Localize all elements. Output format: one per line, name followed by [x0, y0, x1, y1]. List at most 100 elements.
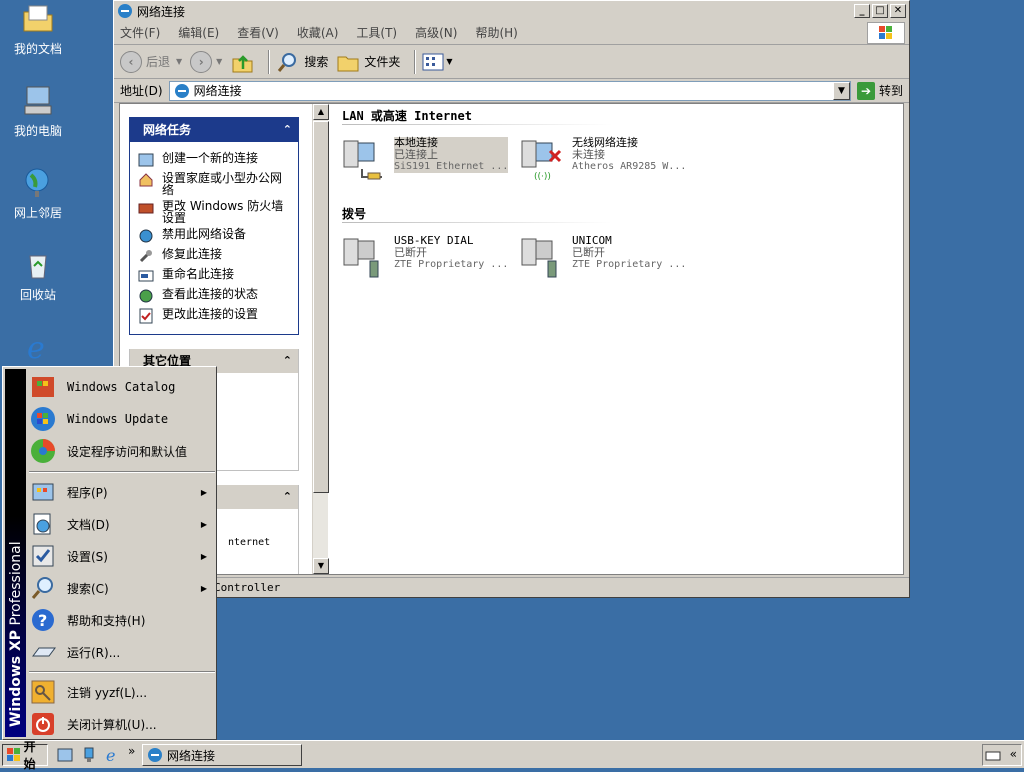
collapse-icon[interactable]: ⌃: [283, 118, 292, 142]
task-label: 网络连接: [167, 748, 216, 763]
task-item[interactable]: 设置家庭或小型办公网络: [130, 170, 298, 198]
menu-item-run[interactable]: 运行(R)...: [29, 636, 213, 668]
new-connection-icon: [138, 152, 154, 168]
menu-item-program-access-defaults[interactable]: 设定程序访问和默认值: [29, 435, 213, 467]
go-arrow-icon: ➔: [856, 81, 875, 100]
connection-item-unicom[interactable]: UNICOM 已断开 ZTE Proprietary ...: [520, 235, 700, 281]
computer-icon: [21, 84, 55, 118]
scroll-up-button[interactable]: ▲: [313, 104, 329, 120]
collapse-icon[interactable]: ⌃: [283, 485, 292, 509]
task-pane-scrollbar[interactable]: ▲ ▼: [312, 104, 329, 574]
submenu-arrow-icon: ▶: [200, 519, 207, 529]
task-label: 查看此连接的状态: [162, 287, 259, 301]
svg-text:?: ?: [38, 611, 47, 630]
menu-item-help-support[interactable]: ? 帮助和支持(H): [29, 604, 213, 636]
task-item[interactable]: 更改 Windows 防火墙设置: [130, 198, 298, 226]
menu-file[interactable]: 文件(F): [120, 24, 160, 41]
folders-button[interactable]: 文件夹: [336, 50, 400, 74]
maximize-button[interactable]: □: [872, 4, 888, 18]
window-title: 网络连接: [137, 4, 186, 19]
scroll-down-button[interactable]: ▼: [313, 558, 329, 574]
task-label: 创建一个新的连接: [162, 151, 259, 165]
menu-item-label: 帮助和支持(H): [67, 613, 146, 628]
go-button[interactable]: ➔ 转到: [856, 81, 903, 100]
menu-tools[interactable]: 工具(T): [356, 24, 397, 41]
submenu-arrow-icon: ▶: [200, 551, 207, 561]
menu-item-settings[interactable]: 设置(S) ▶: [29, 540, 213, 572]
search-button[interactable]: 搜索: [276, 50, 328, 74]
desktop-icon-recycle-bin[interactable]: 回收站: [0, 248, 76, 303]
desktop-icon-network-places[interactable]: 网上邻居: [0, 166, 76, 221]
task-item[interactable]: 重命名此连接: [130, 266, 298, 286]
internet-explorer-icon: e: [21, 330, 55, 366]
firewall-icon: [138, 200, 154, 216]
log-off-key-icon: [29, 678, 57, 706]
tray-expand-button[interactable]: «: [1010, 747, 1017, 761]
recycle-bin-icon: [21, 248, 55, 282]
desktop-icon-my-documents[interactable]: 我的文档: [0, 2, 76, 57]
address-input[interactable]: 网络连接 ▼: [168, 80, 851, 101]
power-icon: [29, 710, 57, 738]
task-item[interactable]: 禁用此网络设备: [130, 226, 298, 246]
up-folder-icon: [232, 54, 253, 72]
menu-item-label: 程序(P): [67, 485, 108, 500]
minimize-button[interactable]: _: [854, 4, 870, 18]
chevron-down-icon[interactable]: ▼: [216, 57, 222, 66]
title-bar[interactable]: 网络连接 _ □ ✕: [114, 1, 909, 21]
menu-item-shut-down[interactable]: 关闭计算机(U)...: [29, 708, 213, 740]
collapse-icon[interactable]: ⌃: [283, 349, 292, 373]
folders-label: 文件夹: [364, 55, 401, 69]
network-tasks-panel: 网络任务 ⌃ 创建一个新的连接 设置家庭或小型办公网络 更改 Windows 防…: [129, 117, 299, 335]
back-label: 后退: [146, 55, 171, 69]
network-quicklaunch-icon[interactable]: [80, 746, 98, 764]
status-icon: [138, 288, 154, 304]
connection-item-wireless[interactable]: ((·)) 无线网络连接 未连接 Atheros AR9285 W...: [520, 137, 700, 183]
scroll-thumb[interactable]: [313, 121, 329, 493]
menu-separator: [29, 671, 215, 673]
panel-header[interactable]: 网络任务 ⌃: [130, 118, 298, 142]
menu-help[interactable]: 帮助(H): [475, 24, 517, 41]
menu-favorites[interactable]: 收藏(A): [297, 24, 339, 41]
desktop-icon-internet-explorer[interactable]: e: [0, 330, 76, 368]
internet-explorer-icon[interactable]: e: [104, 746, 122, 765]
connection-item-usb-key-dial[interactable]: USB-KEY DIAL 已断开 ZTE Proprietary ...: [342, 235, 522, 281]
task-item[interactable]: 查看此连接的状态: [130, 286, 298, 306]
up-folder-button[interactable]: [230, 50, 254, 74]
chevron-down-icon[interactable]: ▼: [176, 57, 182, 66]
menu-item-log-off[interactable]: 注销 yyzf(L)...: [29, 676, 213, 708]
menu-advanced[interactable]: 高级(N): [415, 24, 457, 41]
desktop-icon-my-computer[interactable]: 我的电脑: [0, 84, 76, 139]
menu-item-label: 搜索(C): [67, 581, 109, 596]
menu-item-windows-catalog[interactable]: Windows Catalog: [29, 371, 213, 403]
menu-item-windows-update[interactable]: Windows Update: [29, 403, 213, 435]
keyboard-icon[interactable]: [985, 747, 1001, 763]
task-item[interactable]: 更改此连接的设置: [130, 306, 298, 326]
taskbar-task-network-connections[interactable]: 网络连接: [142, 744, 302, 766]
menu-item-label: Windows Catalog: [67, 380, 176, 394]
address-label: 地址(D): [120, 84, 163, 98]
close-button[interactable]: ✕: [890, 4, 906, 18]
settings-icon: [29, 542, 57, 570]
connection-status: 已断开: [572, 246, 605, 259]
task-item[interactable]: 创建一个新的连接: [130, 150, 298, 170]
wireless-disconnected-icon: ((·)): [520, 137, 566, 183]
menu-edit[interactable]: 编辑(E): [178, 24, 219, 41]
connection-item-local[interactable]: 本地连接 已连接上 SiS191 Ethernet ...: [342, 137, 522, 183]
start-button[interactable]: 开始: [2, 740, 48, 771]
show-desktop-icon[interactable]: [56, 746, 74, 764]
group-title: 拨号: [342, 207, 367, 221]
menu-view[interactable]: 查看(V): [237, 24, 279, 41]
panel-title: 网络任务: [143, 123, 192, 137]
views-button[interactable]: ▼: [422, 52, 453, 72]
content-area: 网络任务 ⌃ 创建一个新的连接 设置家庭或小型办公网络 更改 Windows 防…: [119, 103, 904, 575]
program-access-icon: [29, 437, 57, 465]
menu-item-search[interactable]: 搜索(C) ▶: [29, 572, 213, 604]
network-connections-window: 网络连接 _ □ ✕ 文件(F) 编辑(E) 查看(V) 收藏(A) 工具(T)…: [113, 0, 910, 598]
menu-item-documents[interactable]: 文档(D) ▶: [29, 508, 213, 540]
back-button[interactable]: ‹ 后退 ▼: [120, 50, 182, 73]
forward-arrow-icon: ›: [190, 50, 213, 73]
address-dropdown-button[interactable]: ▼: [832, 81, 850, 100]
task-item[interactable]: 修复此连接: [130, 246, 298, 266]
forward-button[interactable]: › ▼: [190, 50, 222, 73]
menu-item-programs[interactable]: 程序(P) ▶: [29, 476, 213, 508]
